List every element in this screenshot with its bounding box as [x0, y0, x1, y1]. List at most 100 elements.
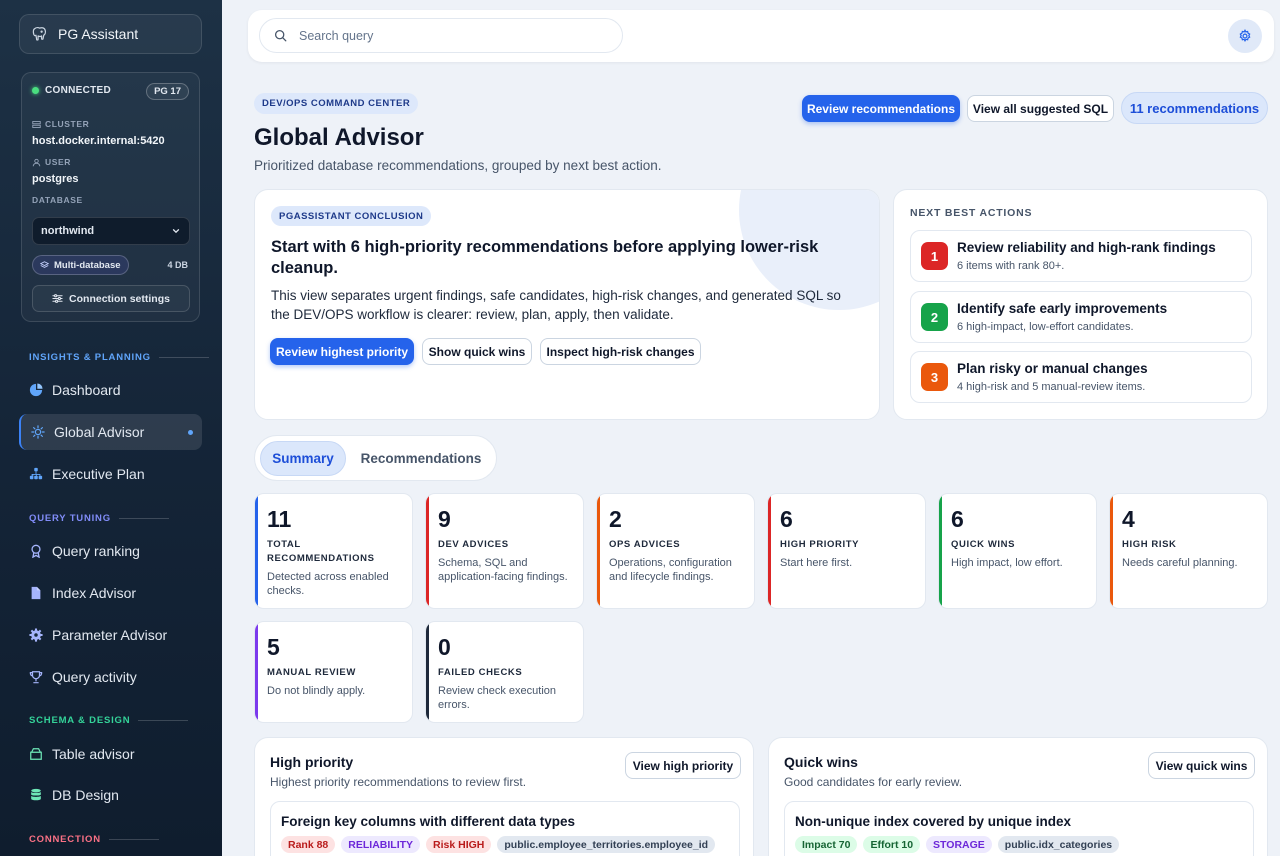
next-action-sub: 6 high-impact, low-effort candidates.: [957, 321, 1134, 333]
stat-label: MANUAL REVIEW: [267, 667, 356, 678]
hierarchy-icon: [29, 467, 43, 481]
stat-card-quick-wins[interactable]: 6 QUICK WINS High impact, low effort.: [938, 493, 1097, 609]
effort-chip: Effort 10: [863, 836, 921, 853]
pg-version-badge: PG 17: [146, 83, 189, 100]
stat-value: 2: [609, 506, 622, 532]
sidebar-item-label: DB Design: [52, 787, 119, 803]
settings-button[interactable]: [1228, 19, 1262, 53]
user-label-text: USER: [45, 157, 72, 167]
brand[interactable]: PG Assistant: [19, 14, 202, 54]
stat-value: 5: [267, 634, 280, 660]
sun-icon: [31, 425, 45, 439]
section-title: CONNECTION: [29, 834, 101, 845]
sidebar-item-global-advisor[interactable]: Global Advisor: [19, 414, 202, 450]
stat-desc: Start here first.: [780, 557, 853, 569]
stat-card-high-priority[interactable]: 6 HIGH PRIORITY Start here first.: [767, 493, 926, 609]
tab-summary[interactable]: Summary: [260, 441, 346, 476]
stat-desc: Schema, SQL and application-facing findi…: [438, 557, 568, 583]
view-suggested-sql-button[interactable]: View all suggested SQL: [967, 95, 1114, 122]
review-highest-priority-button[interactable]: Review highest priority: [270, 338, 414, 365]
pie-chart-icon: [29, 383, 43, 397]
stat-card-dev[interactable]: 9 DEV ADVICES Schema, SQL and applicatio…: [425, 493, 584, 609]
next-action-item[interactable]: 2 Identify safe early improvements 6 hig…: [910, 291, 1252, 343]
server-icon: [32, 120, 41, 129]
section-query-tuning: QUERY TUNING: [29, 513, 169, 524]
stat-accent: [768, 494, 771, 608]
risk-chip: Risk HIGH: [426, 836, 492, 853]
next-action-item[interactable]: 1 Review reliability and high-rank findi…: [910, 230, 1252, 282]
archive-icon: [29, 747, 43, 761]
multi-database-toggle[interactable]: Multi-database: [32, 255, 129, 275]
inspect-high-risk-button[interactable]: Inspect high-risk changes: [540, 338, 701, 365]
section-divider: [138, 720, 189, 721]
next-action-title: Plan risky or manual changes: [957, 361, 1148, 376]
stat-label: TOTAL RECOMMENDATIONS: [267, 539, 375, 564]
section-schema-design: SCHEMA & DESIGN: [29, 715, 189, 726]
step-number: 1: [921, 242, 948, 270]
section-title: QUERY TUNING: [29, 513, 111, 524]
sidebar-item-query-ranking[interactable]: Query ranking: [19, 533, 202, 569]
search-icon: [274, 29, 287, 42]
sidebar: PG Assistant CONNECTED PG 17 CLUSTER hos…: [0, 0, 222, 856]
stat-accent: [939, 494, 942, 608]
stat-card-manual-review[interactable]: 5 MANUAL REVIEW Do not blindly apply.: [254, 621, 413, 723]
stat-accent: [426, 494, 429, 608]
sidebar-item-executive-plan[interactable]: Executive Plan: [19, 456, 202, 492]
status-dot-icon: [32, 87, 39, 94]
impact-chip: Impact 70: [795, 836, 858, 853]
next-action-sub: 6 items with rank 80+.: [957, 260, 1065, 272]
search-box[interactable]: [259, 18, 623, 53]
conclusion-body: This view separates urgent findings, saf…: [271, 288, 841, 322]
object-chip: public.idx_categories: [997, 836, 1120, 853]
stat-value: 4: [1122, 506, 1135, 532]
category-chip: STORAGE: [926, 836, 992, 853]
stat-card-high-risk[interactable]: 4 HIGH RISK Needs careful planning.: [1109, 493, 1268, 609]
review-recommendations-button[interactable]: Review recommendations: [802, 95, 960, 122]
stat-desc: Review check execution errors.: [438, 685, 557, 711]
database-select[interactable]: northwind: [32, 217, 190, 245]
stat-label: HIGH RISK: [1122, 539, 1177, 550]
recommendation-item[interactable]: Foreign key columns with different data …: [270, 801, 740, 856]
multi-database-label: Multi-database: [54, 259, 121, 271]
panel-subtitle: Good candidates for early review.: [784, 775, 963, 789]
stat-accent: [255, 494, 258, 608]
panel-subtitle: Highest priority recommendations to revi…: [270, 775, 527, 789]
database-select-value: northwind: [41, 225, 95, 237]
sidebar-item-dashboard[interactable]: Dashboard: [19, 372, 202, 408]
view-high-priority-button[interactable]: View high priority: [625, 752, 741, 779]
user-value: postgres: [32, 173, 79, 185]
stat-desc: Do not blindly apply.: [267, 685, 366, 697]
cluster-value: host.docker.internal:5420: [32, 135, 165, 147]
stat-accent: [255, 622, 258, 722]
trophy-icon: [29, 670, 43, 684]
sidebar-item-query-activity[interactable]: Query activity: [19, 659, 202, 695]
recommendation-title: Non-unique index covered by unique index: [795, 814, 1072, 829]
panel-title: High priority: [270, 754, 354, 770]
view-quick-wins-button[interactable]: View quick wins: [1148, 752, 1255, 779]
file-icon: [29, 586, 43, 600]
tab-recommendations[interactable]: Recommendations: [351, 441, 491, 476]
sidebar-item-db-design[interactable]: DB Design: [19, 777, 202, 813]
stat-label: HIGH PRIORITY: [780, 539, 860, 550]
next-action-item[interactable]: 3 Plan risky or manual changes 4 high-ri…: [910, 351, 1252, 403]
stat-card-total[interactable]: 11 TOTAL RECOMMENDATIONS Detected across…: [254, 493, 413, 609]
stat-label: QUICK WINS: [951, 539, 1016, 550]
sidebar-item-index-advisor[interactable]: Index Advisor: [19, 575, 202, 611]
sidebar-item-label: Dashboard: [52, 382, 121, 398]
section-connection: CONNECTION: [29, 834, 159, 845]
next-action-title: Review reliability and high-rank finding…: [957, 240, 1216, 255]
stat-accent: [1110, 494, 1113, 608]
connection-settings-button[interactable]: Connection settings: [32, 285, 190, 312]
stat-card-ops[interactable]: 2 OPS ADVICES Operations, configuration …: [596, 493, 755, 609]
stat-card-failed-checks[interactable]: 0 FAILED CHECKS Review check execution e…: [425, 621, 584, 723]
sidebar-item-parameter-advisor[interactable]: Parameter Advisor: [19, 617, 202, 653]
sidebar-item-table-advisor[interactable]: Table advisor: [19, 736, 202, 772]
connection-status-text: CONNECTED: [45, 85, 112, 96]
recommendations-count-badge[interactable]: 11 recommendations: [1121, 92, 1268, 124]
search-input[interactable]: [299, 28, 599, 43]
recommendation-item[interactable]: Non-unique index covered by unique index…: [784, 801, 1254, 856]
show-quick-wins-button[interactable]: Show quick wins: [422, 338, 532, 365]
database-label: DATABASE: [32, 195, 83, 205]
page-eyebrow: DEV/OPS COMMAND CENTER: [254, 93, 419, 114]
object-chip: public.employee_territories.employee_id: [497, 836, 716, 853]
